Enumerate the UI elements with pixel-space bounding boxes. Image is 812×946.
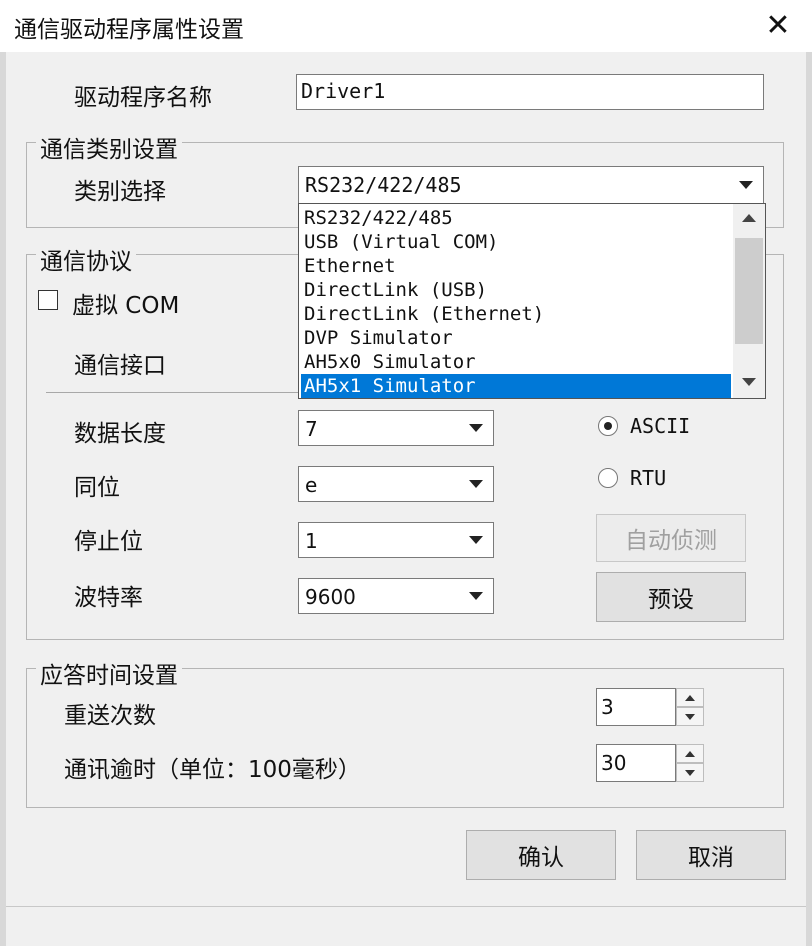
- driver-name-label: 驱动程序名称: [74, 85, 212, 111]
- preset-button[interactable]: 预设: [596, 572, 746, 622]
- retries-value: 3: [601, 695, 614, 719]
- data-length-select[interactable]: 7: [298, 410, 494, 446]
- close-icon[interactable]: ✕: [758, 6, 798, 46]
- retries-spinner: [676, 688, 704, 726]
- parity-select[interactable]: e: [298, 466, 494, 502]
- dropdown-option[interactable]: USB (Virtual COM): [301, 230, 731, 254]
- timeout-input[interactable]: 30: [596, 744, 676, 782]
- window-edge-right: [806, 52, 812, 946]
- window-title: 通信驱动程序属性设置: [14, 17, 244, 43]
- virtual-com-label: 虚拟 COM: [72, 293, 180, 319]
- category-select[interactable]: RS232/422/485: [298, 166, 764, 204]
- dropdown-option-selected[interactable]: AH5x1 Simulator: [301, 374, 731, 398]
- scroll-down-icon[interactable]: [742, 378, 756, 386]
- timeout-label: 通讯逾时（单位：100毫秒）: [64, 757, 361, 783]
- dropdown-option[interactable]: Ethernet: [301, 254, 731, 278]
- driver-name-input[interactable]: Driver1: [296, 74, 764, 110]
- retries-input[interactable]: 3: [596, 688, 676, 726]
- spin-up-icon[interactable]: [676, 688, 704, 707]
- title-bar: 通信驱动程序属性设置 ✕: [0, 0, 812, 52]
- stop-bits-select[interactable]: 1: [298, 522, 494, 558]
- auto-detect-button[interactable]: 自动侦测: [596, 514, 746, 562]
- virtual-com-checkbox[interactable]: [38, 290, 58, 310]
- chevron-down-icon[interactable]: [461, 525, 491, 555]
- ascii-label: ASCII: [630, 414, 691, 438]
- chevron-down-icon[interactable]: [461, 469, 491, 499]
- ok-button[interactable]: 确认: [466, 830, 616, 880]
- spin-down-icon[interactable]: [676, 707, 704, 726]
- baud-rate-value: 9600: [305, 585, 356, 609]
- stop-bits-label: 停止位: [74, 529, 143, 555]
- dropdown-scrollbar[interactable]: [733, 204, 765, 398]
- response-group-title: 应答时间设置: [36, 656, 182, 690]
- dropdown-option[interactable]: RS232/422/485: [301, 206, 731, 230]
- rtu-label: RTU: [630, 466, 667, 490]
- data-length-label: 数据长度: [74, 421, 166, 447]
- category-dropdown-list: RS232/422/485 USB (Virtual COM) Ethernet…: [298, 203, 766, 399]
- category-group-title: 通信类别设置: [36, 130, 182, 164]
- retries-label: 重送次数: [64, 703, 156, 729]
- protocol-group-title: 通信协议: [36, 242, 136, 276]
- chevron-down-icon[interactable]: [731, 169, 761, 201]
- ascii-radio[interactable]: [598, 416, 618, 436]
- chevron-down-icon[interactable]: [461, 413, 491, 443]
- cancel-button[interactable]: 取消: [636, 830, 786, 880]
- spin-up-icon[interactable]: [676, 744, 704, 763]
- separator: [46, 392, 298, 393]
- category-select-label: 类别选择: [74, 179, 166, 205]
- port-label: 通信接口: [74, 353, 166, 379]
- spin-down-icon[interactable]: [676, 763, 704, 782]
- rtu-radio[interactable]: [598, 468, 618, 488]
- category-select-value: RS232/422/485: [305, 173, 462, 197]
- dropdown-option[interactable]: DirectLink (Ethernet): [301, 302, 731, 326]
- dropdown-option[interactable]: DirectLink (USB): [301, 278, 731, 302]
- scroll-up-icon[interactable]: [742, 214, 756, 222]
- radio-selected-dot: [604, 422, 612, 430]
- dropdown-option[interactable]: AH5x0 Simulator: [301, 350, 731, 374]
- window-edge-left: [0, 52, 6, 946]
- dropdown-option[interactable]: DVP Simulator: [301, 326, 731, 350]
- baud-rate-select[interactable]: 9600: [298, 578, 494, 614]
- chevron-down-icon[interactable]: [461, 581, 491, 611]
- parity-label: 同位: [74, 475, 120, 501]
- data-length-value: 7: [305, 417, 318, 441]
- status-strip: [6, 906, 806, 946]
- stop-bits-value: 1: [305, 529, 318, 553]
- baud-rate-label: 波特率: [74, 585, 143, 611]
- timeout-value: 30: [601, 751, 627, 775]
- parity-value: e: [305, 473, 318, 497]
- timeout-spinner: [676, 744, 704, 782]
- scroll-thumb[interactable]: [735, 238, 763, 344]
